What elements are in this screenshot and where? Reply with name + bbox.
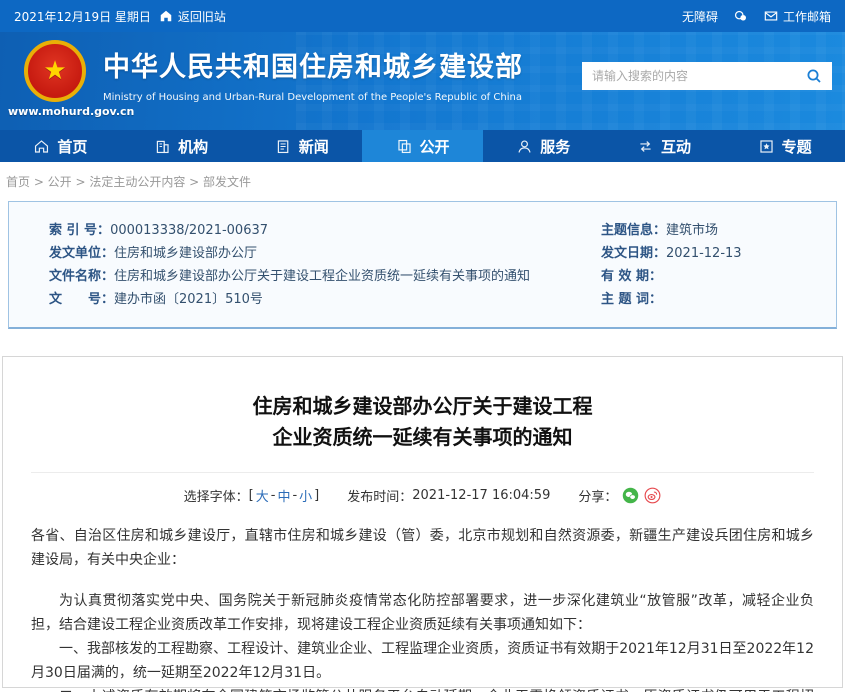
accessibility-label: 无障碍 [682, 8, 718, 25]
font-selector-separator: - [271, 488, 276, 503]
info-row-document-number: 文 号：建办市函〔2021〕510号 [49, 288, 601, 311]
article-paragraph: 一、我部核发的工程勘察、工程设计、建筑业企业、工程监理企业资质，资质证书有效期于… [31, 637, 814, 685]
info-value: 2021-12-13 [666, 246, 742, 261]
nav-item-home[interactable]: 首页 [0, 130, 121, 162]
accessibility-link[interactable]: 无障碍 [682, 8, 718, 25]
info-label: 索 引 号： [49, 223, 110, 238]
publish-time-block: 发布时间： 2021-12-17 16:04:59 [347, 486, 550, 505]
nav-item-label: 专题 [782, 136, 812, 157]
top-utility-bar: 2021年12月19日 星期日 返回旧站 无障碍 工作邮箱 [0, 0, 845, 32]
info-label: 文 号： [49, 292, 114, 307]
nav-item-services[interactable]: 服务 [483, 130, 604, 162]
main-nav: 首页 机构 新闻 公开 服务 互动 专题 [0, 130, 845, 162]
nav-item-interaction[interactable]: 互动 [604, 130, 725, 162]
work-mailbox-link[interactable]: 工作邮箱 [764, 8, 831, 25]
home-icon [159, 9, 173, 23]
info-label: 主题信息： [601, 223, 666, 238]
info-value: 住房和城乡建设部办公厅 [114, 246, 257, 261]
info-label: 发文日期： [601, 246, 666, 261]
nav-item-org[interactable]: 机构 [121, 130, 242, 162]
info-label: 主 题 词： [601, 292, 662, 307]
article-title-line1: 住房和城乡建设部办公厅关于建设工程 [31, 391, 814, 422]
nav-item-news[interactable]: 新闻 [241, 130, 362, 162]
news-icon [275, 138, 292, 155]
info-value: 住房和城乡建设部办公厅关于建设工程企业资质统一延续有关事项的通知 [114, 269, 530, 284]
documents-icon [396, 138, 413, 155]
site-identity: 中华人民共和国住房和城乡建设部 Ministry of Housing and … [103, 45, 523, 103]
nav-item-label: 公开 [420, 136, 450, 157]
document-info-left-column: 索 引 号：000013338/2021-00637 发文单位：住房和城乡建设部… [49, 219, 601, 314]
star-badge-icon [758, 138, 775, 155]
building-icon [154, 138, 171, 155]
info-label: 有 效 期： [601, 269, 662, 284]
nav-item-label: 首页 [57, 136, 87, 157]
nav-item-label: 互动 [661, 136, 691, 157]
document-info-right-column: 主题信息：建筑市场 发文日期：2021-12-13 有 效 期： 主 题 词： [601, 219, 826, 314]
document-info-box: 索 引 号：000013338/2021-00637 发文单位：住房和城乡建设部… [8, 201, 837, 329]
national-emblem-logo: ★ [24, 40, 86, 102]
site-subtitle: Ministry of Housing and Urban-Rural Deve… [103, 92, 523, 103]
return-old-site-label: 返回旧站 [178, 8, 226, 25]
info-row-issuing-unit: 发文单位：住房和城乡建设部办公厅 [49, 242, 601, 265]
article-body: 各省、自治区住房和城乡建设厅，直辖市住房和城乡建设（管）委，北京市规划和自然资源… [31, 524, 814, 692]
font-selector-separator: - [292, 488, 297, 503]
font-selector-bracket-open: [ [249, 488, 254, 503]
font-size-large-link[interactable]: 大 [256, 486, 269, 505]
exchange-arrows-icon [637, 138, 654, 155]
font-size-medium-link[interactable]: 中 [277, 486, 290, 505]
info-row-validity: 有 效 期： [601, 265, 826, 288]
current-date: 2021年12月19日 星期日 [14, 8, 151, 25]
share-block: 分享： [578, 486, 661, 505]
home-icon [33, 138, 50, 155]
site-header: ★ 中华人民共和国住房和城乡建设部 Ministry of Housing an… [0, 32, 845, 130]
wechat-share-icon[interactable] [622, 487, 639, 504]
site-search [582, 62, 832, 90]
font-size-small-link[interactable]: 小 [299, 486, 312, 505]
info-label: 发文单位： [49, 246, 114, 261]
search-icon [806, 68, 822, 84]
search-button[interactable] [796, 62, 832, 90]
site-url: www.mohurd.gov.cn [8, 105, 134, 118]
weibo-share-icon[interactable] [644, 487, 661, 504]
info-value: 建筑市场 [666, 223, 718, 238]
font-size-selector: 选择字体： [ 大 - 中 - 小 ] [184, 486, 320, 505]
info-row-document-name: 文件名称：住房和城乡建设部办公厅关于建设工程企业资质统一延续有关事项的通知 [49, 265, 601, 288]
info-row-keywords: 主 题 词： [601, 288, 826, 311]
article-container: 住房和城乡建设部办公厅关于建设工程 企业资质统一延续有关事项的通知 选择字体： … [2, 356, 843, 688]
article-paragraph: 为认真贯彻落实党中央、国务院关于新冠肺炎疫情常态化防控部署要求，进一步深化建筑业… [31, 589, 814, 637]
breadcrumb[interactable]: 首页 > 公开 > 法定主动公开内容 > 部发文件 [0, 162, 845, 201]
info-label: 文件名称： [49, 269, 114, 284]
article-meta-bar: 选择字体： [ 大 - 中 - 小 ] 发布时间： 2021-12-17 16:… [31, 473, 814, 505]
info-row-issue-date: 发文日期：2021-12-13 [601, 242, 826, 265]
font-selector-label: 选择字体： [184, 486, 249, 505]
publish-time-value: 2021-12-17 16:04:59 [412, 488, 550, 503]
nav-item-topics[interactable]: 专题 [724, 130, 845, 162]
publish-time-label: 发布时间： [347, 486, 412, 505]
search-input[interactable] [582, 62, 796, 90]
return-old-site-link[interactable]: 返回旧站 [159, 8, 226, 25]
work-mailbox-label: 工作邮箱 [783, 8, 831, 25]
article-title: 住房和城乡建设部办公厅关于建设工程 企业资质统一延续有关事项的通知 [31, 391, 814, 453]
nav-item-label: 服务 [540, 136, 570, 157]
site-title: 中华人民共和国住房和城乡建设部 [103, 45, 523, 84]
info-value: 建办市函〔2021〕510号 [114, 292, 263, 307]
share-label: 分享： [578, 486, 617, 505]
article-paragraph: 各省、自治区住房和城乡建设厅，直辖市住房和城乡建设（管）委，北京市规划和自然资源… [31, 524, 814, 572]
breadcrumb-text: 首页 > 公开 > 法定主动公开内容 > 部发文件 [6, 173, 251, 190]
article-paragraph: 二、上述资质有效期将在全国建筑市场监管公共服务平台自动延期，企业无需换领资质证书… [31, 685, 814, 692]
nav-item-label: 机构 [178, 136, 208, 157]
font-selector-bracket-close: ] [314, 488, 319, 503]
info-value: 000013338/2021-00637 [110, 223, 268, 238]
nav-item-disclosure[interactable]: 公开 [362, 130, 483, 162]
info-row-topic-info: 主题信息：建筑市场 [601, 219, 826, 242]
nav-item-label: 新闻 [299, 136, 329, 157]
person-icon [516, 138, 533, 155]
article-title-line2: 企业资质统一延续有关事项的通知 [31, 422, 814, 453]
info-row-index-number: 索 引 号：000013338/2021-00637 [49, 219, 601, 242]
envelope-icon [764, 9, 778, 23]
speech-bubbles-icon[interactable] [734, 9, 748, 23]
